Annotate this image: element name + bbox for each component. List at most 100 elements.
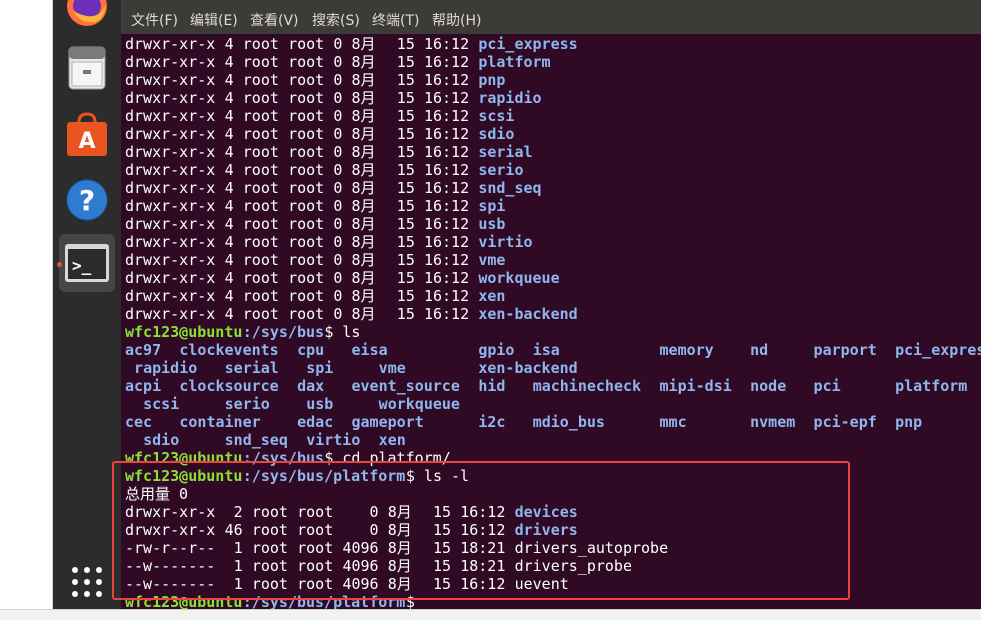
bus-listing-row: drwxr-xr-x 4 root root 0 8月 15 16:12 snd_seq xyxy=(125,179,981,197)
link-count: 4 xyxy=(224,35,234,53)
time: 16:12 xyxy=(423,251,470,269)
link-count: 4 xyxy=(224,197,234,215)
month: 8月 xyxy=(387,539,412,557)
file-name: rapidio xyxy=(478,89,542,107)
menu-view[interactable]: 查看(V) xyxy=(250,10,299,30)
ls-entry: machinecheck xyxy=(532,377,642,395)
prompt-command: $ ls xyxy=(324,323,361,341)
link-count: 1 xyxy=(224,575,243,593)
size: 0 xyxy=(333,35,343,53)
menu-search[interactable]: 搜索(S) xyxy=(312,10,360,30)
menu-file[interactable]: 文件(F) xyxy=(131,10,178,30)
bus-listing-row: drwxr-xr-x 4 root root 0 8月 15 16:12 platform xyxy=(125,53,981,71)
ls-entry: spi xyxy=(306,359,334,377)
firefox-icon xyxy=(67,0,107,26)
prompt-user: wfc123@ubuntu xyxy=(125,449,243,467)
link-count: 4 xyxy=(224,143,234,161)
file-name: drivers_probe xyxy=(514,557,632,575)
dock-files[interactable] xyxy=(59,40,115,96)
ls-entry: container xyxy=(179,413,261,431)
prompt-path: :/sys/bus/platform xyxy=(242,593,406,609)
permissions: drwxr-xr-x xyxy=(125,287,216,305)
owner: root xyxy=(242,179,279,197)
owner: root xyxy=(242,35,279,53)
dock-help[interactable]: ? xyxy=(59,172,115,228)
terminal-window[interactable]: 文件(F) 编辑(E) 查看(V) 搜索(S) 终端(T) 帮助(H) drwx… xyxy=(121,0,981,609)
file-name: uevent xyxy=(514,575,569,593)
time: 16:12 xyxy=(423,287,470,305)
time: 18:21 xyxy=(460,557,506,575)
owner: root xyxy=(242,287,279,305)
size: 0 xyxy=(333,287,343,305)
ls-entry: node xyxy=(750,377,787,395)
file-name: serial xyxy=(478,143,533,161)
menu-edit[interactable]: 编辑(E) xyxy=(190,10,238,30)
prompt-command: $ xyxy=(405,593,415,609)
ls-entry: rapidio xyxy=(134,359,198,377)
dock-software[interactable]: A xyxy=(59,107,115,163)
size: 0 xyxy=(342,521,379,539)
owner: root xyxy=(242,53,279,71)
permissions: drwxr-xr-x xyxy=(125,233,216,251)
file-name: sdio xyxy=(478,125,515,143)
month: 8月 xyxy=(387,503,412,521)
ls-entry: isa xyxy=(532,341,560,359)
size: 0 xyxy=(333,125,343,143)
size: 0 xyxy=(342,503,379,521)
ls-entry: usb xyxy=(306,395,334,413)
permissions: drwxr-xr-x xyxy=(125,521,216,539)
screen-bottom-edge xyxy=(0,609,981,620)
permissions: drwxr-xr-x xyxy=(125,53,216,71)
owner: root xyxy=(251,575,288,593)
group: root xyxy=(297,539,334,557)
ls-entry: acpi xyxy=(125,377,162,395)
ls-entry: nvmem xyxy=(750,413,796,431)
time: 16:12 xyxy=(423,125,470,143)
time: 16:12 xyxy=(460,503,506,521)
background-window-edge xyxy=(0,0,53,610)
permissions: drwxr-xr-x xyxy=(125,179,216,197)
ls-entry: platform xyxy=(895,377,968,395)
file-name: drivers_autoprobe xyxy=(514,539,669,557)
menu-terminal[interactable]: 终端(T) xyxy=(372,10,419,30)
time: 16:12 xyxy=(423,269,470,287)
file-name: usb xyxy=(478,215,506,233)
prompt-path: :/sys/bus xyxy=(242,449,325,467)
group: root xyxy=(297,557,334,575)
permissions: drwxr-xr-x xyxy=(125,35,216,53)
link-count: 46 xyxy=(224,521,243,539)
dock-show-apps[interactable] xyxy=(59,554,115,610)
day: 15 xyxy=(396,143,415,161)
ls-entry: dax xyxy=(297,377,325,395)
file-name: xen-backend xyxy=(478,305,578,323)
ls-entry: scsi xyxy=(143,395,180,413)
file-name: platform xyxy=(478,53,551,71)
time: 16:12 xyxy=(423,179,470,197)
size: 0 xyxy=(333,89,343,107)
time: 16:12 xyxy=(423,89,470,107)
ls-entry: gpio xyxy=(478,341,515,359)
prompt-line: wfc123@ubuntu:/sys/bus/platform $ ls -l xyxy=(125,467,981,485)
dock-firefox[interactable] xyxy=(59,0,115,34)
ls-entry: hid xyxy=(478,377,506,395)
svg-text:A: A xyxy=(78,129,95,154)
link-count: 4 xyxy=(224,125,234,143)
ls-entry: workqueue xyxy=(378,395,460,413)
ls-entry: clockevents xyxy=(179,341,279,359)
dock-terminal[interactable]: >_ xyxy=(57,234,115,292)
time: 16:12 xyxy=(423,197,470,215)
ls-grid-row: rapidio serial spi vme xen-backend xyxy=(125,359,981,377)
day: 15 xyxy=(433,557,452,575)
file-name: virtio xyxy=(478,233,533,251)
time: 16:12 xyxy=(423,305,470,323)
file-name: scsi xyxy=(478,107,515,125)
terminal-icon: >_ xyxy=(65,244,109,282)
menu-help[interactable]: 帮助(H) xyxy=(432,10,481,30)
ls-entry: gameport xyxy=(351,413,424,431)
size: 0 xyxy=(333,269,343,287)
link-count: 1 xyxy=(224,557,243,575)
day: 15 xyxy=(396,35,415,53)
prompt-path: :/sys/bus xyxy=(242,323,325,341)
ls-entry: serio xyxy=(224,395,270,413)
group: root xyxy=(288,35,325,53)
